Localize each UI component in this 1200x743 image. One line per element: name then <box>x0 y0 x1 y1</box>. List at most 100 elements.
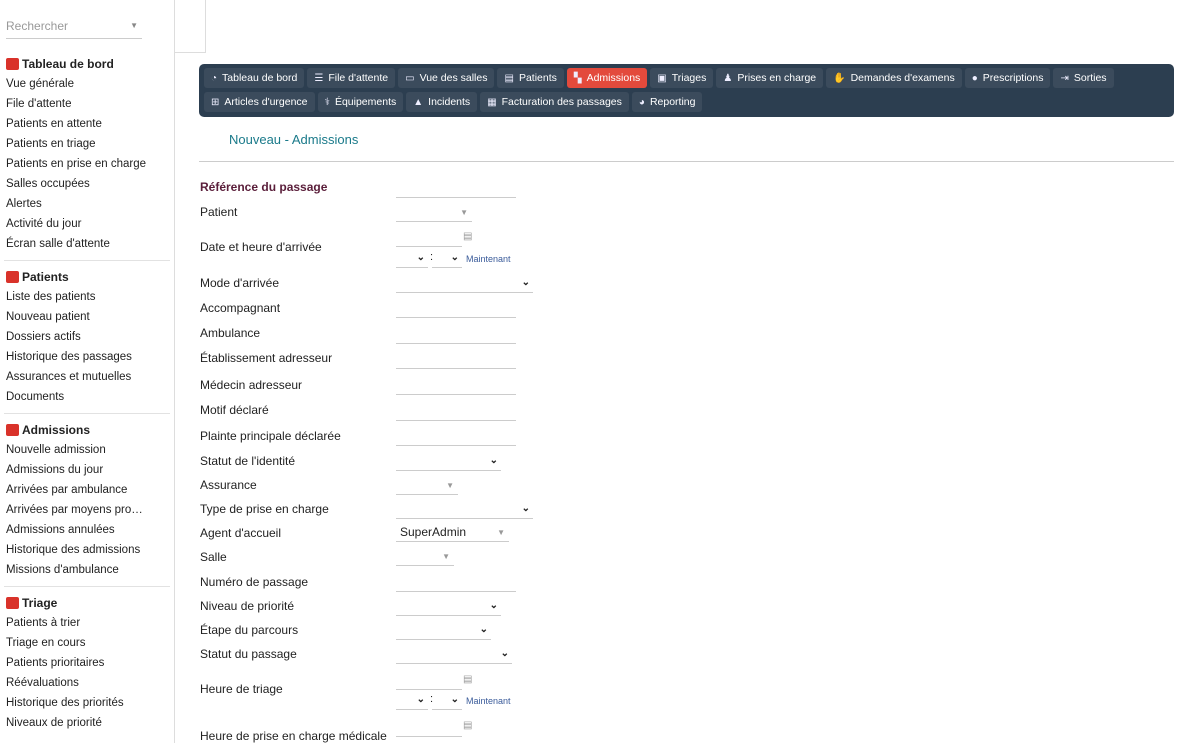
chevron-down-icon: ⌄ <box>450 694 459 705</box>
motif-input[interactable] <box>396 404 516 419</box>
now-link[interactable]: Maintenant <box>466 696 511 706</box>
clipboard-icon: ▣ <box>657 72 667 84</box>
sidebar-item[interactable]: Nouvelle admission <box>0 440 166 460</box>
sidebar-item[interactable]: Documents <box>0 387 166 407</box>
sidebar-item[interactable]: Activité du jour <box>0 214 166 234</box>
medecin-input[interactable] <box>396 378 516 393</box>
sidebar-item[interactable]: Patients à trier <box>0 613 166 633</box>
sidebar-section-title[interactable]: Tableau de bord <box>0 54 174 74</box>
menu-button-label: Équipements <box>334 96 397 108</box>
heure-prise-text[interactable] <box>396 720 462 735</box>
sidebar-item[interactable]: Admissions annulées <box>0 520 166 540</box>
reference-field[interactable] <box>396 181 516 198</box>
calendar-icon[interactable]: ▤ <box>463 674 472 685</box>
statut-passage-select[interactable]: ⌄ <box>396 647 512 664</box>
date-arrivee-text[interactable] <box>396 230 462 245</box>
ambulance-field[interactable] <box>396 327 516 344</box>
search-box[interactable]: ▼ <box>6 16 142 39</box>
medecin-field[interactable] <box>396 378 516 395</box>
menu-button[interactable]: ⚕ Équipements <box>317 92 404 112</box>
sidebar-item[interactable]: Historique des priorités <box>0 693 166 713</box>
sidebar-item[interactable]: Écran salle d'attente <box>0 234 166 254</box>
pie-chart-icon: ◕ <box>638 96 645 108</box>
calendar-icon[interactable]: ▤ <box>463 720 472 731</box>
menu-button[interactable]: ▲ Incidents <box>406 92 478 112</box>
statut-identite-select[interactable]: ⌄ <box>396 454 501 471</box>
sidebar-item[interactable]: Assurances et mutuelles <box>0 367 166 387</box>
calendar-icon[interactable]: ▤ <box>463 231 472 242</box>
sidebar-section-title[interactable]: Admissions <box>0 420 174 440</box>
numero-field[interactable] <box>396 575 516 592</box>
sidebar-section-title[interactable]: Patients <box>0 267 174 287</box>
menu-button[interactable]: ▭ Vue des salles <box>398 68 495 88</box>
etablissement-field[interactable] <box>396 352 516 369</box>
sidebar-item[interactable]: Admissions du jour <box>0 460 166 480</box>
sidebar-item[interactable]: Arrivées par ambulance <box>0 480 166 500</box>
triage-minute-select[interactable]: ⌄ <box>432 693 462 710</box>
sidebar-item[interactable]: Réévaluations <box>0 673 166 693</box>
sidebar-item[interactable]: Arrivées par moyens pro… <box>0 500 166 520</box>
hand-icon: ✋ <box>833 72 846 84</box>
heure-triage-input[interactable] <box>396 673 462 690</box>
sidebar-item[interactable]: Dossiers actifs <box>0 327 166 347</box>
ambulance-input[interactable] <box>396 327 516 342</box>
sidebar-item[interactable]: Niveaux de priorité <box>0 713 166 733</box>
type-prise-select[interactable]: ⌄ <box>396 502 533 519</box>
numero-input[interactable] <box>396 575 516 590</box>
label-salle: Salle <box>200 550 227 564</box>
search-input[interactable] <box>6 16 124 36</box>
sidebar-item[interactable]: File d'attente <box>0 94 166 114</box>
sidebar-item[interactable]: Historique des admissions <box>0 540 166 560</box>
sidebar-section-label: Triage <box>22 596 58 610</box>
accompagnant-field[interactable] <box>396 301 516 318</box>
sidebar-item[interactable]: Alertes <box>0 194 166 214</box>
menu-button[interactable]: ▤ Patients <box>497 68 564 88</box>
sidebar-item[interactable]: Nouveau patient <box>0 307 166 327</box>
heure-triage-text[interactable] <box>396 673 462 688</box>
menu-button[interactable]: ▦ Facturation des passages <box>480 92 629 112</box>
menu-button[interactable]: ♟ Prises en charge <box>716 68 824 88</box>
etablissement-input[interactable] <box>396 352 516 367</box>
sidebar-item[interactable]: Salles occupées <box>0 174 166 194</box>
sidebar-section-title[interactable]: Triage <box>0 593 174 613</box>
menu-button[interactable]: ✋ Demandes d'examens <box>826 68 962 88</box>
sidebar-item[interactable]: Patients en prise en charge <box>0 154 166 174</box>
menu-button[interactable]: ⇥ Sorties <box>1053 68 1114 88</box>
menu-button[interactable]: ▚ Admissions <box>566 68 648 88</box>
motif-field[interactable] <box>396 404 516 421</box>
label-type-prise: Type de prise en charge <box>200 502 329 516</box>
now-link[interactable]: Maintenant <box>466 254 511 264</box>
menu-button[interactable]: ● Prescriptions <box>964 68 1051 88</box>
menu-button[interactable]: ⊞ Articles d'urgence <box>204 92 315 112</box>
plainte-input[interactable] <box>396 429 516 444</box>
plainte-field[interactable] <box>396 429 516 446</box>
sidebar-item[interactable]: Vue générale <box>0 74 166 94</box>
mode-arrivee-select[interactable]: ⌄ <box>396 276 533 293</box>
gauge-icon: ◔ <box>211 72 218 84</box>
menu-button[interactable]: ◕ Reporting <box>631 92 703 112</box>
etape-select[interactable]: ⌄ <box>396 623 491 640</box>
triage-hour-select[interactable]: ⌄ <box>396 693 428 710</box>
salle-select[interactable]: ▼ <box>396 549 454 566</box>
sidebar-item[interactable]: Liste des patients <box>0 287 166 307</box>
agent-select[interactable]: SuperAdmin ▼ <box>396 525 509 542</box>
sidebar-item[interactable]: Patients en attente <box>0 114 166 134</box>
sidebar-item[interactable]: Triage en cours <box>0 633 166 653</box>
reference-input[interactable] <box>396 181 516 196</box>
assurance-select[interactable]: ▼ <box>396 478 458 495</box>
minute-select[interactable]: ⌄ <box>432 251 462 268</box>
sidebar-item[interactable]: Patients en triage <box>0 134 166 154</box>
menu-button[interactable]: ▣ Triages <box>650 68 714 88</box>
sidebar-item[interactable]: Missions d'ambulance <box>0 560 166 580</box>
niveau-select[interactable]: ⌄ <box>396 599 501 616</box>
hour-select[interactable]: ⌄ <box>396 251 428 268</box>
patient-select[interactable]: ▼ <box>396 205 472 222</box>
sidebar-item[interactable]: Historique des passages <box>0 347 166 367</box>
accompagnant-input[interactable] <box>396 301 516 316</box>
caret-down-icon[interactable]: ▼ <box>130 21 138 30</box>
menu-button[interactable]: ☰ File d'attente <box>307 68 396 88</box>
menu-button[interactable]: ◔ Tableau de bord <box>204 68 305 88</box>
date-arrivee-input[interactable] <box>396 230 462 247</box>
heure-prise-input[interactable] <box>396 720 462 737</box>
sidebar-item[interactable]: Patients prioritaires <box>0 653 166 673</box>
